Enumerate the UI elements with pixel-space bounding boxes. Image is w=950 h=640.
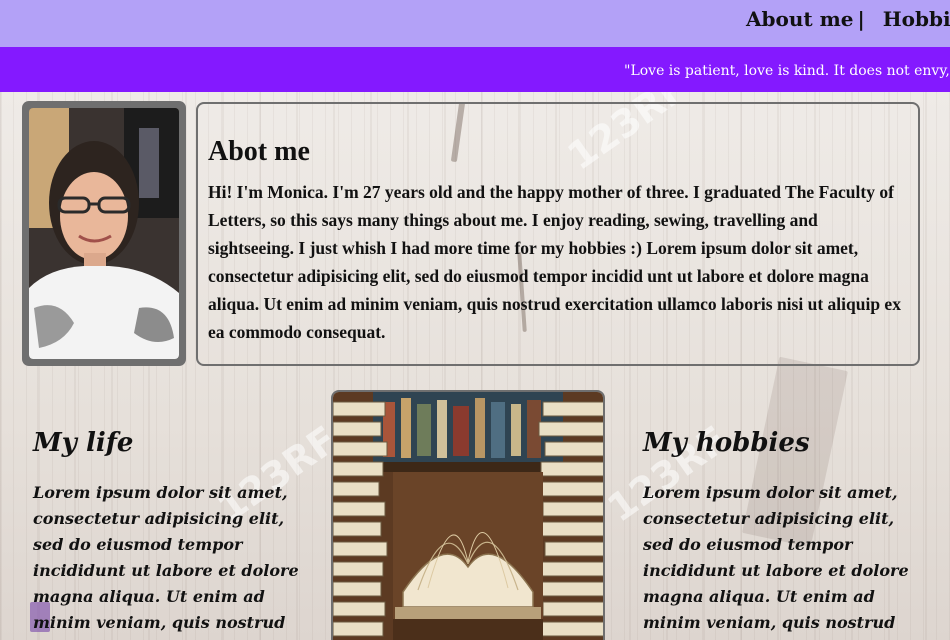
scrolling-quote: "Love is patient, love is kind. It does … [624,63,950,79]
nav-separator: | [857,7,865,31]
my-hobbies-title: My hobbies [643,428,810,458]
quote-banner: "Love is patient, love is kind. It does … [0,47,950,92]
profile-photo [29,108,179,359]
about-text: Hi! I'm Monica. I'm 27 years old and the… [208,182,901,342]
profile-photo-frame [22,101,186,366]
my-life-text: Lorem ipsum dolor sit amet, consectetur … [33,483,299,632]
about-title: Abot me [208,136,310,167]
books-image-frame [331,390,605,640]
my-life-title: My life [33,428,134,458]
top-navigation-bar: About me|Hobbies| [0,0,950,47]
nav-link-about-me[interactable]: About me [746,7,853,31]
nav-link-hobbies[interactable]: Hobbies [883,7,950,31]
my-hobbies-text: Lorem ipsum dolor sit amet, consectetur … [643,483,909,632]
books-image [333,392,603,640]
nav-items: About me|Hobbies| [746,7,950,31]
